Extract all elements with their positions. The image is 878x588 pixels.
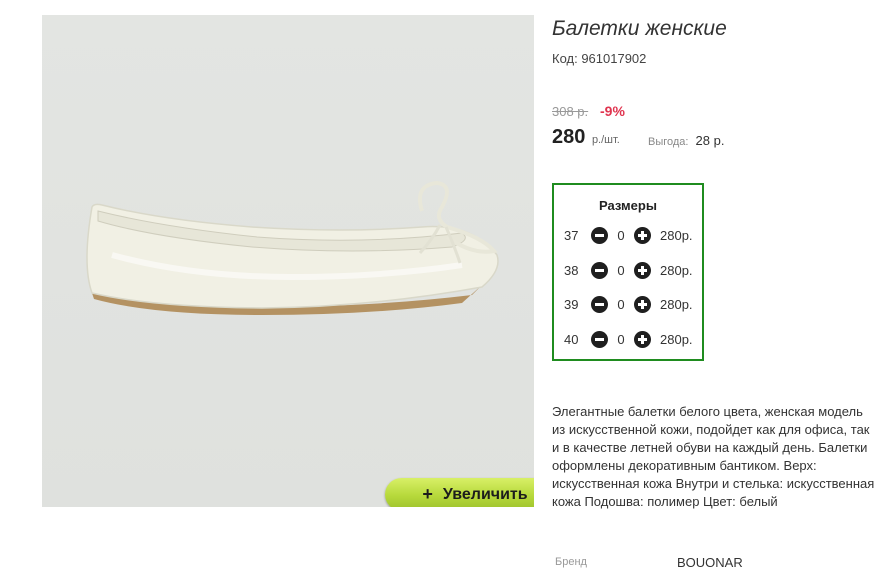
brand-label: Бренд (555, 556, 587, 568)
old-price: 308 р. (552, 104, 589, 119)
size-row-40: 40 0 280р. (564, 329, 693, 349)
sizes-header: Размеры (599, 198, 657, 213)
current-price: 280 р./шт. (552, 126, 620, 149)
saving-value: 28 р. (695, 133, 725, 148)
product-description: Элегантные балетки белого цвета, женская… (552, 404, 875, 509)
size-row-39: 39 0 280р. (564, 294, 693, 314)
size-number: 38 (564, 262, 579, 278)
minus-icon[interactable] (591, 261, 608, 279)
size-price: 280р. (660, 262, 693, 278)
price-value: 280 (552, 126, 586, 148)
sizes-panel: Размеры 37 0 280р. 38 0 280р. 39 0 280р.… (552, 183, 704, 361)
plus-icon: + (422, 484, 433, 504)
minus-icon[interactable] (591, 295, 608, 313)
size-price: 280р. (660, 331, 693, 347)
plus-icon[interactable] (634, 226, 651, 244)
zoom-button[interactable]: + Увеличить (385, 478, 534, 507)
size-row-38: 38 0 280р. (564, 260, 693, 280)
plus-icon[interactable] (634, 261, 651, 279)
discount-badge: -9% (600, 103, 625, 119)
price-unit: р./шт. (591, 134, 620, 146)
size-number: 40 (564, 331, 579, 347)
plus-icon[interactable] (634, 330, 651, 348)
size-quantity[interactable]: 0 (608, 228, 634, 243)
size-price: 280р. (660, 296, 693, 312)
minus-icon[interactable] (591, 226, 608, 244)
size-number: 39 (564, 296, 579, 312)
minus-icon[interactable] (591, 330, 608, 348)
saving: Выгода: 28 р. (648, 133, 724, 148)
zoom-label: Увеличить (442, 485, 528, 503)
size-row-37: 37 0 280р. (564, 225, 693, 245)
size-quantity[interactable]: 0 (608, 332, 634, 347)
saving-label: Выгода: (648, 136, 689, 148)
product-image[interactable]: + Увеличить (42, 15, 534, 507)
size-quantity[interactable]: 0 (608, 263, 634, 278)
shoe-illustration (86, 180, 499, 315)
product-code: Код: 961017902 (552, 51, 647, 66)
plus-icon[interactable] (634, 295, 651, 313)
size-quantity[interactable]: 0 (608, 297, 634, 312)
product-title: Балетки женские (552, 17, 727, 40)
size-number: 37 (564, 227, 579, 243)
size-price: 280р. (660, 227, 693, 243)
brand-value[interactable]: BOUONAR (677, 555, 743, 570)
